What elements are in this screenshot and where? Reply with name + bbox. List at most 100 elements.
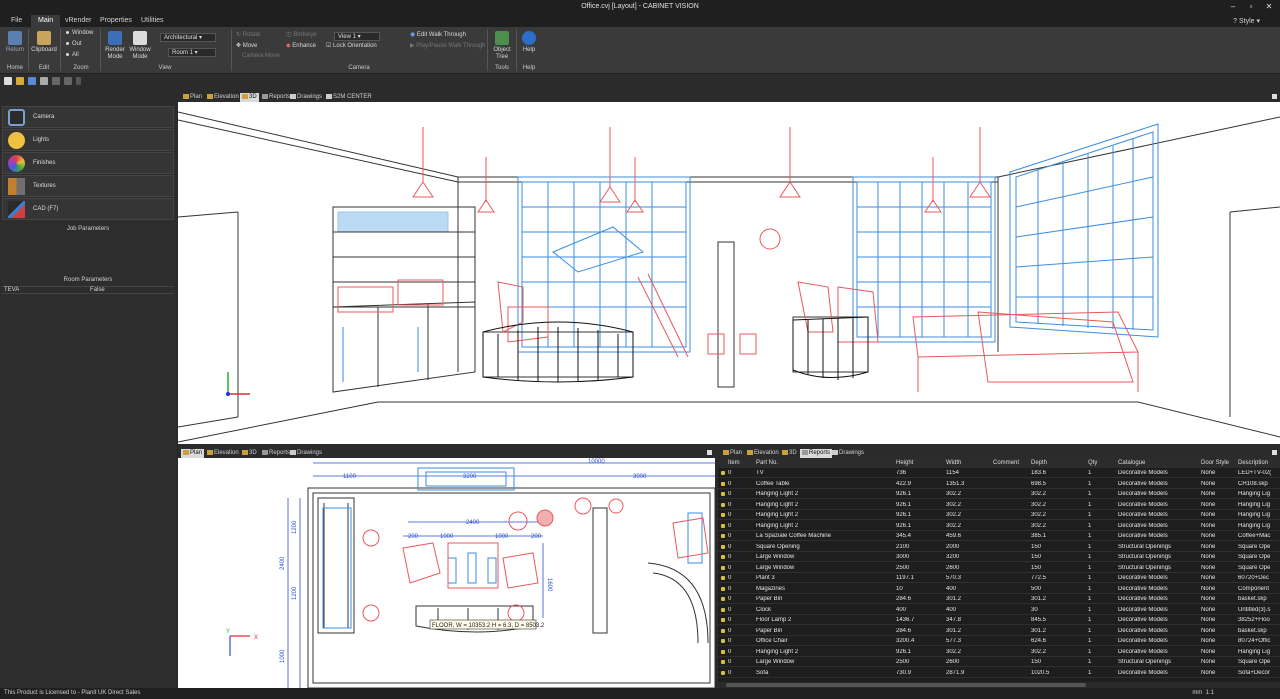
scrollbar-thumb[interactable]: [726, 683, 1086, 687]
table-row[interactable]: 0 TV 736 1154 183.6 1 Decorative Models None LED…: [718, 468, 1280, 479]
table-row[interactable]: 0 Large Window 2500 2600 150 1 Structural Open…: [718, 657, 1280, 668]
table-cell: 736: [896, 470, 907, 476]
tab-3d[interactable]: 3D: [240, 449, 259, 458]
tab-elevation[interactable]: Elevation: [205, 449, 241, 458]
edit-walk-through-button[interactable]: ◉ Edit Walk Through: [410, 31, 466, 38]
window-mode-button[interactable]: Window Mode: [128, 31, 152, 61]
col-description[interactable]: Description: [1238, 460, 1268, 466]
maximize-view-icon[interactable]: [707, 450, 712, 455]
camera-move-button[interactable]: Camera Move: [242, 53, 280, 59]
open-file-icon[interactable]: [16, 77, 24, 85]
enhance-button[interactable]: ◆ Enhance: [286, 42, 316, 49]
tab-plan[interactable]: Plan: [721, 449, 744, 458]
table-cell: 926.1: [896, 648, 912, 655]
zoom-all-button[interactable]: All: [66, 52, 79, 58]
table-row[interactable]: 0 Square Opening 2100 2000 150 1 Structural Op…: [718, 542, 1280, 552]
tab-plan[interactable]: Plan: [181, 449, 205, 458]
display-style-select[interactable]: Architectural ▾: [160, 33, 216, 42]
tab-elevation[interactable]: Elevation: [205, 93, 241, 102]
table-row[interactable]: 0 Office Chair 3200.4 577.3 624.6 1 Decorative…: [718, 636, 1280, 647]
panel-cad[interactable]: CAD (F7): [2, 198, 174, 220]
tab-s2m-center[interactable]: S2M CENTER: [324, 93, 374, 102]
minimize-button[interactable]: –: [1226, 2, 1240, 11]
tab-drawings[interactable]: Drawings: [830, 449, 866, 458]
tab-properties[interactable]: Properties: [93, 15, 139, 27]
col-catalogue[interactable]: Catalogue: [1118, 460, 1145, 466]
group-edit: Edit: [38, 65, 50, 71]
title-bar: Office.cvj [Layout] - CABINET VISION – ▫…: [0, 0, 1280, 14]
col-qty[interactable]: Qty: [1088, 460, 1097, 466]
table-row[interactable]: 0 Large Window 2500 2600 150 1 Structural Open…: [718, 563, 1280, 573]
tab-3d[interactable]: 3D: [240, 93, 259, 102]
table-row[interactable]: 0 La Spaziale Coffee Machine 345.4 459.6 385…: [718, 531, 1280, 542]
tab-3d[interactable]: 3D: [780, 449, 799, 458]
panel-finishes[interactable]: Finishes: [2, 152, 174, 174]
table-row[interactable]: 0 Paper Bin 284.6 301.2 301.2 1 Decorative Mod…: [718, 626, 1280, 636]
tab-file[interactable]: File: [4, 15, 29, 27]
table-row[interactable]: 0 Large Window 3000 3200 150 1 Structural Open…: [718, 552, 1280, 563]
lock-orientation-checkbox[interactable]: ☑ Lock Orientation: [326, 42, 377, 49]
view-select[interactable]: View 1 ▾: [334, 32, 380, 41]
table-row[interactable]: 0 Floor Lamp 2 1436.7 347.8 845.5 1 Decorative…: [718, 615, 1280, 626]
save-icon[interactable]: [28, 77, 36, 85]
tab-drawings[interactable]: Drawings: [288, 93, 324, 102]
table-row[interactable]: 0 Paper Bin 284.6 301.2 301.2 1 Decorative Mod…: [718, 594, 1280, 605]
panel-camera[interactable]: Camera: [2, 106, 174, 128]
table-cell: Decorative Models: [1118, 585, 1168, 592]
tab-elevation[interactable]: Elevation: [745, 449, 781, 458]
maximize-view-icon[interactable]: [1272, 94, 1277, 99]
viewport-3d[interactable]: [178, 102, 1280, 444]
tab-utilities[interactable]: Utilities: [134, 15, 171, 27]
table-cell: 302.2: [946, 522, 962, 529]
table-row[interactable]: 0 Clock 400 400 30 1 Decorative Models None Unti…: [718, 605, 1280, 615]
print-icon[interactable]: [40, 77, 48, 85]
render-mode-button[interactable]: Render Mode: [103, 31, 127, 61]
tab-plan[interactable]: Plan: [181, 93, 204, 102]
col-height[interactable]: Height: [896, 460, 913, 466]
table-row[interactable]: 0 Magazines 10 400 500 1 Decorative Models None…: [718, 584, 1280, 594]
tab-reports[interactable]: Reports: [800, 449, 833, 458]
help-button[interactable]: Help: [518, 31, 540, 54]
col-door-style[interactable]: Door Style: [1201, 460, 1229, 466]
return-button[interactable]: Return: [4, 31, 26, 54]
col-part-no[interactable]: Part No.: [756, 460, 778, 466]
table-row[interactable]: 0 Hanging Light 2 926.1 302.2 302.2 1 Decorati…: [718, 521, 1280, 531]
panel-lights[interactable]: Lights: [2, 129, 174, 151]
table-row[interactable]: 0 Coffee Table 422.9 1351.3 698.5 1 Decorative…: [718, 479, 1280, 489]
table-row[interactable]: 0 Plant 3 1197.1 570.3 772.5 1 Decorative Mode…: [718, 573, 1280, 584]
table-row[interactable]: 0 Hanging Light 2 926.1 302.2 302.2 1 Decorati…: [718, 510, 1280, 521]
col-width[interactable]: Width: [946, 460, 961, 466]
viewport-plan[interactable]: 10000 1100 3200 3000 2400 200 1000 1000 …: [178, 458, 715, 688]
clipboard-button[interactable]: Clipboard: [30, 31, 58, 54]
table-row[interactable]: 0 Hanging Light 2 926.1 302.2 302.2 1 Decorati…: [718, 500, 1280, 510]
tab-main[interactable]: Main: [31, 15, 61, 27]
close-button[interactable]: ✕: [1262, 2, 1276, 11]
parameter-row[interactable]: TEVA False: [2, 286, 174, 294]
style-menu[interactable]: ? Style ▾: [1233, 17, 1260, 25]
zoom-window-button[interactable]: Window: [66, 30, 93, 36]
table-cell: 0: [728, 533, 732, 539]
room-select[interactable]: Room 1 ▾: [168, 48, 216, 57]
customize-icon[interactable]: [76, 77, 81, 85]
walk-icon: ◉: [410, 32, 416, 38]
object-tree-button[interactable]: Object Tree: [490, 31, 514, 61]
restore-button[interactable]: ▫: [1244, 2, 1258, 11]
table-row[interactable]: 0 Hanging Light 2 926.1 302.2 302.2 1 Decorati…: [718, 647, 1280, 657]
play-walk-through-button[interactable]: ▶ Play/Pause Walk Through: [410, 42, 485, 49]
undo-icon[interactable]: [52, 77, 60, 85]
redo-icon[interactable]: [64, 77, 72, 85]
table-cell: 1: [1088, 522, 1092, 529]
maximize-view-icon[interactable]: [1272, 450, 1277, 455]
table-row[interactable]: 0 Hanging Light 2 926.1 302.2 302.2 1 Decorati…: [718, 489, 1280, 500]
birdseye-button[interactable]: ◫ Birdseye: [286, 31, 317, 38]
panel-textures[interactable]: Textures: [2, 175, 174, 197]
zoom-out-button[interactable]: Out: [66, 41, 82, 47]
move-button[interactable]: ✥ Move: [236, 42, 257, 49]
col-item[interactable]: Item: [728, 460, 740, 466]
new-file-icon[interactable]: [4, 77, 12, 85]
tab-drawings[interactable]: Drawings: [288, 449, 324, 458]
col-depth[interactable]: Depth: [1031, 460, 1047, 466]
rotate-button[interactable]: ↻ Rotate: [236, 31, 260, 38]
col-comment[interactable]: Comment: [993, 460, 1019, 466]
table-row[interactable]: 0 Sofa 730.9 2871.9 1020.5 1 Decorative Models…: [718, 668, 1280, 678]
